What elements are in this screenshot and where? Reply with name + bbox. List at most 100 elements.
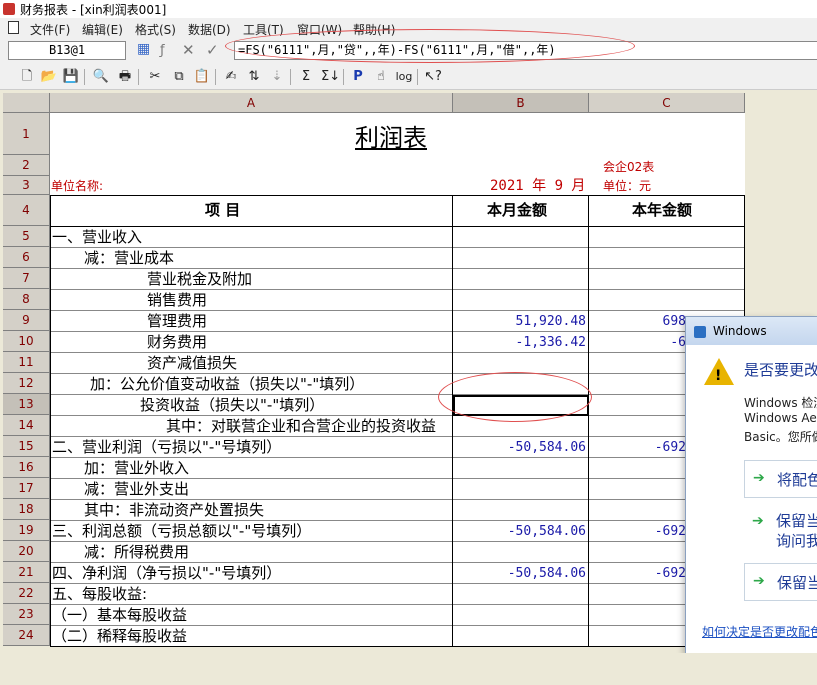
app-icon xyxy=(3,3,15,15)
row-header[interactable]: 23 xyxy=(3,604,50,625)
row-label[interactable]: 减：营业成本 xyxy=(84,248,174,268)
row-label[interactable]: 资产减值损失 xyxy=(147,353,237,373)
dialog-title-bar[interactable]: Windows xyxy=(686,317,817,345)
cell-reference-box[interactable]: B13@1 xyxy=(8,41,126,60)
row-header[interactable]: 9 xyxy=(3,310,50,331)
row-label[interactable]: 减：营业外支出 xyxy=(84,479,189,499)
row-header[interactable]: 7 xyxy=(3,268,50,289)
row-header[interactable]: 5 xyxy=(3,226,50,247)
row-label[interactable]: 一、营业收入 xyxy=(52,227,142,247)
new-icon[interactable]: 🗋 xyxy=(18,68,36,86)
row-label[interactable]: 减：所得税费用 xyxy=(84,542,189,562)
year-amount[interactable]: -692 xyxy=(590,524,686,539)
month-amount[interactable]: -50,584.06 xyxy=(455,566,586,581)
menu-edit[interactable]: 编辑(E) xyxy=(82,21,123,38)
table-border xyxy=(50,195,745,196)
row-header[interactable]: 19 xyxy=(3,520,50,541)
sum-icon[interactable]: Σ xyxy=(297,68,315,86)
help-link[interactable]: 如何决定是否更改配色方 xyxy=(702,623,817,640)
column-header-a[interactable]: A xyxy=(50,93,453,113)
row-header[interactable]: 11 xyxy=(3,352,50,373)
row-label[interactable]: 三、利润总额（亏损总额以"-"号填列） xyxy=(52,521,311,541)
row-header[interactable]: 15 xyxy=(3,436,50,457)
menu-format[interactable]: 格式(S) xyxy=(135,21,176,38)
fx-icon[interactable]: ƒ xyxy=(160,43,165,58)
row-header[interactable]: 18 xyxy=(3,499,50,520)
row-label[interactable]: 四、净利润（净亏损以"-"号填列） xyxy=(52,563,281,583)
cancel-icon[interactable]: ✕ xyxy=(182,41,195,59)
row-label[interactable]: 营业税金及附加 xyxy=(147,269,252,289)
sort-icon[interactable]: ⇣ xyxy=(268,68,286,86)
row-label[interactable]: （一）基本每股收益 xyxy=(52,605,187,625)
format-painter-icon[interactable]: ✍ xyxy=(222,68,240,86)
row-header[interactable]: 22 xyxy=(3,583,50,604)
green-arrow-icon: ➔ xyxy=(753,573,765,589)
row-label[interactable]: 五、每股收益: xyxy=(52,584,147,604)
row-label[interactable]: 销售费用 xyxy=(147,290,207,310)
option-change-color-scheme[interactable]: ➔ 将配色 xyxy=(744,460,817,498)
row-header[interactable]: 24 xyxy=(3,625,50,646)
row-header[interactable]: 8 xyxy=(3,289,50,310)
row-label[interactable]: 加：公允价值变动收益（损失以"-"填列） xyxy=(90,374,364,394)
row-header[interactable]: 4 xyxy=(3,195,50,226)
row-label[interactable]: 其中：对联营企业和合营企业的投资收益 xyxy=(166,416,436,436)
row-header[interactable]: 1 xyxy=(3,113,50,155)
month-amount[interactable]: -50,584.06 xyxy=(455,524,586,539)
function-wizard-icon[interactable]: ▦ xyxy=(137,41,150,57)
menu-data[interactable]: 数据(D) xyxy=(188,21,231,38)
windows-icon xyxy=(694,326,706,338)
option-keep-current[interactable]: ➔ 保留当 xyxy=(744,563,817,601)
pointer-icon[interactable]: ☝ xyxy=(372,68,390,86)
row-header[interactable]: 14 xyxy=(3,415,50,436)
row-label[interactable]: 投资收益（损失以"-"填列） xyxy=(140,395,324,415)
insert-row-icon[interactable]: ⇅ xyxy=(245,68,263,86)
month-amount[interactable]: -50,584.06 xyxy=(455,440,586,455)
row-header[interactable]: 3 xyxy=(3,176,50,195)
header-year: 本年金额 xyxy=(632,201,693,219)
row-header[interactable]: 10 xyxy=(3,331,50,352)
year-amount[interactable]: 698 xyxy=(590,314,686,329)
print-preview-icon[interactable]: 🔍 xyxy=(92,68,110,86)
cut-icon[interactable]: ✂ xyxy=(146,68,164,86)
dialog-body-line: Basic。您所做 xyxy=(744,430,817,444)
row-label[interactable]: 管理费用 xyxy=(147,311,207,331)
month-amount[interactable]: 51,920.48 xyxy=(455,314,586,329)
row-header[interactable]: 21 xyxy=(3,562,50,583)
row-header[interactable]: 17 xyxy=(3,478,50,499)
row-label[interactable]: （二）稀释每股收益 xyxy=(52,626,187,646)
paste-icon[interactable]: 📋 xyxy=(193,68,211,86)
menu-file[interactable]: 文件(F) xyxy=(30,21,70,38)
row-header[interactable]: 6 xyxy=(3,247,50,268)
month-amount[interactable]: -1,336.42 xyxy=(455,335,586,350)
open-icon[interactable]: 📂 xyxy=(40,68,58,86)
year-amount[interactable]: -692 xyxy=(590,566,686,581)
table-border xyxy=(50,646,745,647)
row-label[interactable]: 财务费用 xyxy=(147,332,207,352)
title-bar: 财务报表 - [xin利润表001] xyxy=(0,0,817,18)
p-icon[interactable]: P xyxy=(349,68,367,86)
row-header[interactable]: 12 xyxy=(3,373,50,394)
row-label[interactable]: 二、营业利润（亏损以"-"号填列） xyxy=(52,437,281,457)
copy-icon[interactable]: ⧉ xyxy=(170,68,188,86)
header-item: 项 目 xyxy=(205,201,241,219)
log-icon[interactable]: log xyxy=(395,68,413,86)
row-header[interactable]: 16 xyxy=(3,457,50,478)
select-all-corner[interactable] xyxy=(3,93,50,113)
print-icon[interactable]: 🖶 xyxy=(116,68,134,86)
year-amount[interactable]: -6 xyxy=(590,335,686,350)
save-icon[interactable]: 💾 xyxy=(62,68,80,86)
help-icon[interactable]: ↖? xyxy=(424,68,442,86)
column-header-b[interactable]: B xyxy=(453,93,589,113)
document-icon[interactable] xyxy=(8,21,19,34)
row-header[interactable]: 2 xyxy=(3,155,50,176)
year-amount[interactable]: -692 xyxy=(590,440,686,455)
row-label[interactable]: 加：营业外收入 xyxy=(84,458,189,478)
form-code: 会企02表 xyxy=(603,160,655,174)
row-header[interactable]: 20 xyxy=(3,541,50,562)
row-label[interactable]: 其中：非流动资产处置损失 xyxy=(84,500,264,520)
confirm-icon[interactable]: ✓ xyxy=(206,41,219,59)
dialog-body-line: Windows 检测 xyxy=(744,396,817,410)
row-header[interactable]: 13 xyxy=(3,394,50,415)
column-header-c[interactable]: C xyxy=(589,93,745,113)
sort-sum-icon[interactable]: Σ↓ xyxy=(321,68,340,86)
